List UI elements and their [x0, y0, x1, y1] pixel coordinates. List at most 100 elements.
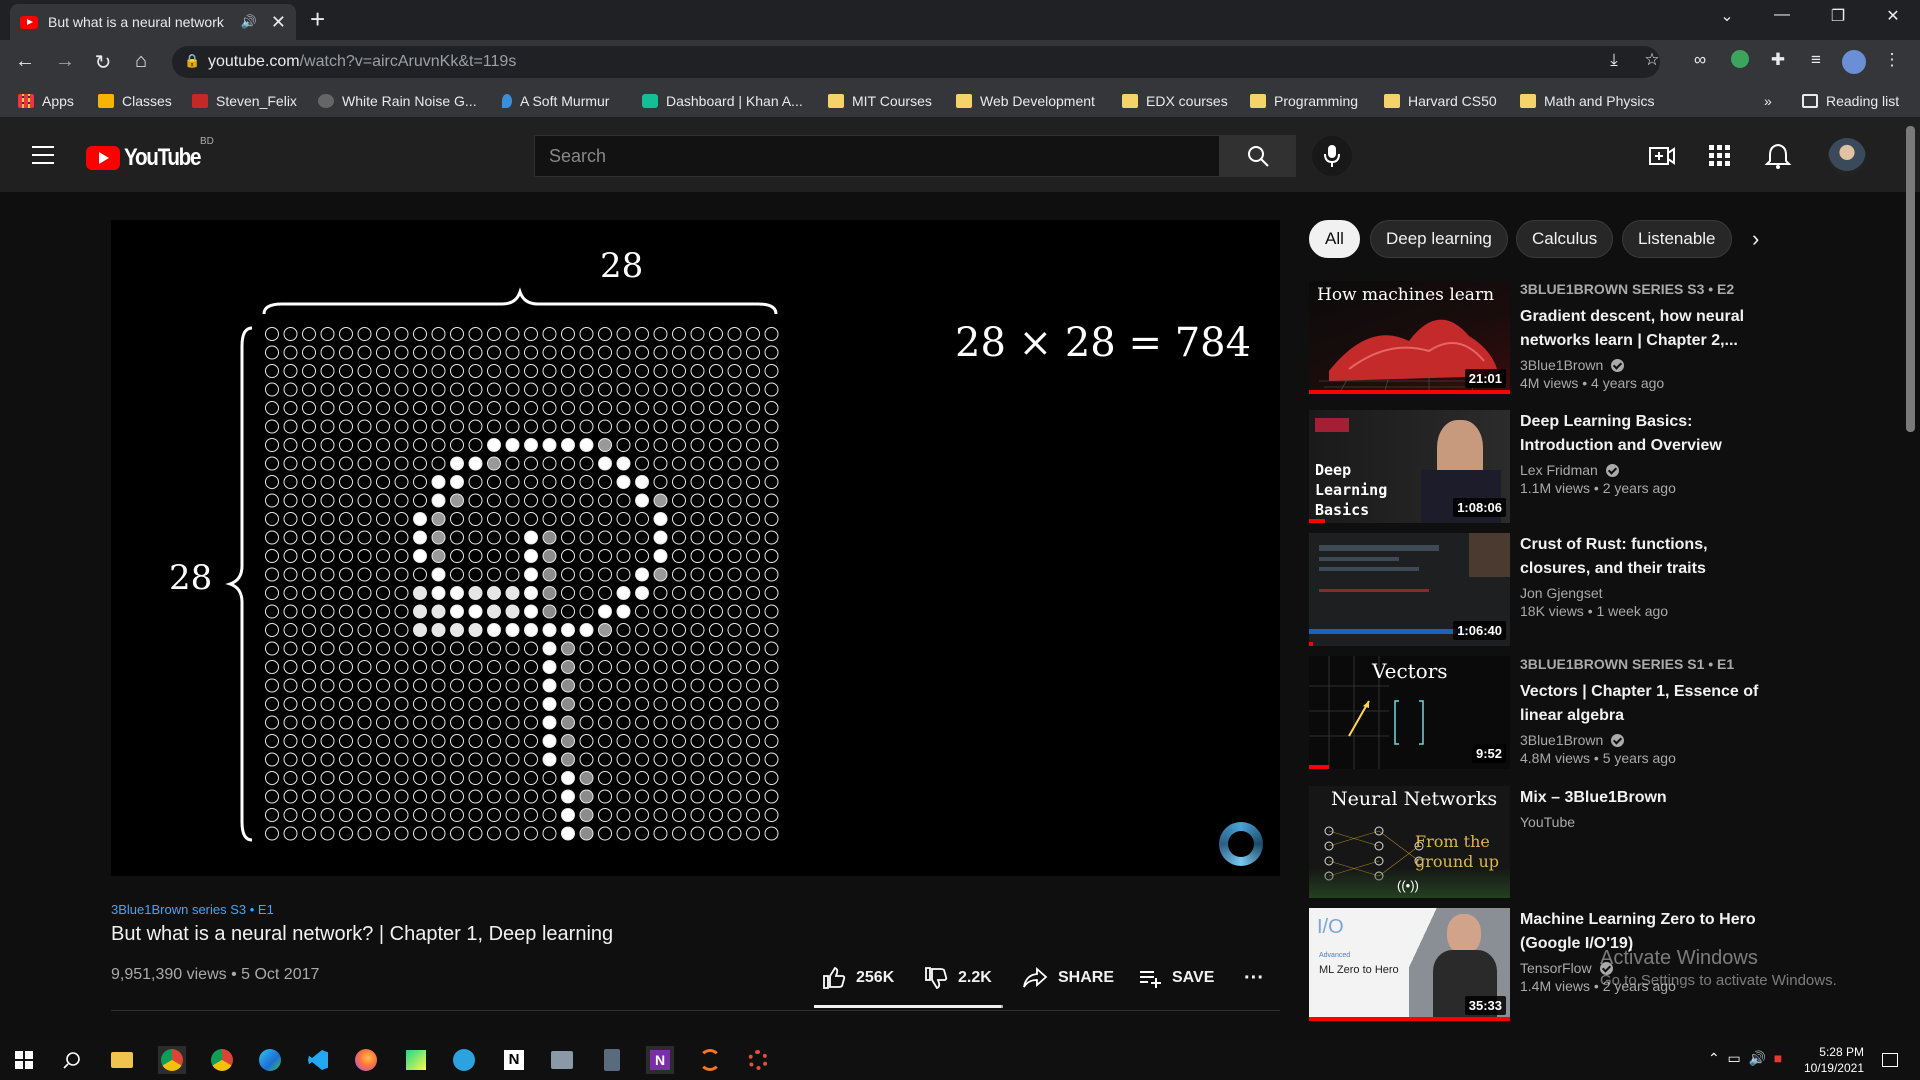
- video-thumbnail[interactable]: How machines learn 21:01: [1309, 281, 1510, 394]
- telegram-icon[interactable]: [450, 1046, 478, 1074]
- notification-center-icon[interactable]: [1876, 1046, 1904, 1074]
- video-thumbnail[interactable]: Deep Learning Basics 1:08:06: [1309, 410, 1510, 523]
- notifications-bell-icon[interactable]: [1764, 142, 1792, 170]
- address-bar[interactable]: 🔒 youtube.com/watch?v=aircAruvnKk&t=119s: [172, 46, 1660, 78]
- bookmark-web-development[interactable]: Web Development: [956, 92, 1095, 110]
- app-window-icon[interactable]: [548, 1046, 576, 1074]
- mix-title[interactable]: Mix – 3Blue1Brown: [1520, 786, 1765, 810]
- tab-search-icon[interactable]: ⌄: [1713, 6, 1741, 26]
- profile-icon[interactable]: [1842, 50, 1866, 79]
- reload-icon[interactable]: ↻: [90, 50, 116, 75]
- recommended-mix[interactable]: Neural Networks From the ground up ((•))…: [1309, 786, 1769, 898]
- settings-gear-icon[interactable]: [744, 1046, 772, 1074]
- more-bookmarks-button[interactable]: »: [1764, 92, 1772, 110]
- install-app-icon[interactable]: ⤓: [1602, 50, 1626, 70]
- file-explorer-icon[interactable]: [108, 1046, 136, 1074]
- home-icon[interactable]: ⌂: [128, 50, 154, 73]
- chip-listenable[interactable]: Listenable: [1622, 220, 1732, 258]
- extensions-puzzle-icon[interactable]: ✚: [1766, 50, 1790, 70]
- like-button[interactable]: 256K: [822, 964, 894, 992]
- extension-glasses-icon[interactable]: ∞: [1688, 50, 1712, 70]
- taskbar-clock[interactable]: 5:28 PM 10/19/2021: [1794, 1044, 1864, 1076]
- voice-search-button[interactable]: [1312, 136, 1352, 176]
- recommended-video[interactable]: Vectors 9:52 3BLUE1BROWN SERIES S1 • E1 …: [1309, 656, 1769, 769]
- mix-thumbnail[interactable]: Neural Networks From the ground up ((•)): [1309, 786, 1510, 898]
- browser-tab-active[interactable]: But what is a neural network 🔊 ✕: [10, 4, 296, 40]
- audio-playing-icon[interactable]: 🔊: [241, 14, 257, 30]
- bookmark-mit-courses[interactable]: MIT Courses: [828, 92, 932, 110]
- bookmark-khan-academy[interactable]: Dashboard | Khan A...: [642, 92, 803, 110]
- video-title[interactable]: Crust of Rust: functions, closures, and …: [1520, 533, 1765, 581]
- video-player[interactable]: 28 28 28 × 28 = 784: [111, 220, 1280, 876]
- recommended-video[interactable]: How machines learn 21:01 3BLUE1BROWN SER…: [1309, 281, 1769, 394]
- video-thumbnail[interactable]: Vectors 9:52: [1309, 656, 1510, 769]
- save-button[interactable]: SAVE: [1138, 964, 1214, 992]
- windows-start-icon[interactable]: [10, 1046, 38, 1074]
- browser-menu-icon[interactable]: ⋮: [1880, 50, 1904, 70]
- search-button[interactable]: [1220, 135, 1296, 177]
- forward-icon[interactable]: →: [52, 50, 78, 73]
- channel-name[interactable]: 3Blue1Brown: [1520, 357, 1765, 373]
- back-icon[interactable]: ←: [12, 50, 38, 73]
- bookmark-programming[interactable]: Programming: [1250, 92, 1358, 110]
- share-button[interactable]: SHARE: [1022, 964, 1114, 992]
- page-scrollbar[interactable]: [1906, 126, 1915, 432]
- video-title[interactable]: Vectors | Chapter 1, Essence of linear a…: [1520, 680, 1765, 728]
- series-link[interactable]: 3Blue1Brown series S3 • E1: [111, 902, 274, 917]
- bookmark-a-soft-murmur[interactable]: A Soft Murmur: [502, 92, 609, 110]
- hamburger-menu-icon[interactable]: [32, 146, 54, 164]
- lock-icon[interactable]: 🔒: [184, 53, 200, 69]
- extension-green-icon[interactable]: [1728, 50, 1752, 73]
- new-tab-button[interactable]: +: [310, 4, 325, 35]
- pixel-cell: [505, 327, 520, 341]
- notion-icon[interactable]: N: [500, 1046, 528, 1074]
- bookmark-apps[interactable]: Apps: [18, 92, 74, 110]
- channel-name[interactable]: Lex Fridman: [1520, 462, 1765, 478]
- video-title[interactable]: Deep Learning Basics: Introduction and O…: [1520, 410, 1765, 458]
- chips-next-arrow-icon[interactable]: ›: [1752, 226, 1759, 252]
- chip-all[interactable]: All: [1309, 220, 1360, 258]
- bookmark-math-and-physics[interactable]: Math and Physics: [1520, 92, 1655, 110]
- jupyter-icon[interactable]: [696, 1046, 724, 1074]
- chrome-profile-icon[interactable]: [208, 1046, 236, 1074]
- calculator-icon[interactable]: [598, 1046, 626, 1074]
- video-thumbnail[interactable]: I/O Advanced ML Zero to Hero 35:33: [1309, 908, 1510, 1021]
- video-title[interactable]: Gradient descent, how neural networks le…: [1520, 305, 1765, 353]
- apps-grid-icon[interactable]: [1706, 142, 1734, 170]
- chip-calculus[interactable]: Calculus: [1516, 220, 1614, 258]
- account-avatar[interactable]: [1828, 138, 1866, 176]
- dislike-button[interactable]: 2.2K: [924, 964, 992, 992]
- search-input[interactable]: [535, 136, 1219, 176]
- system-tray[interactable]: ⌃ ▭ 🔊 ■: [1708, 1050, 1782, 1067]
- reading-list-button[interactable]: Reading list: [1802, 92, 1899, 110]
- recommended-video[interactable]: 1:06:40 Crust of Rust: functions, closur…: [1309, 533, 1769, 646]
- recommended-video[interactable]: Deep Learning Basics 1:08:06 Deep Learni…: [1309, 410, 1769, 523]
- edge-icon[interactable]: [256, 1046, 284, 1074]
- bookmark-harvard-cs50[interactable]: Harvard CS50: [1384, 92, 1497, 110]
- url-text[interactable]: youtube.com/watch?v=aircAruvnKk&t=119s: [208, 53, 516, 71]
- create-video-icon[interactable]: [1648, 142, 1676, 170]
- onenote-icon[interactable]: N: [646, 1046, 674, 1074]
- close-window-icon[interactable]: ✕: [1879, 6, 1907, 26]
- media-control-icon[interactable]: ≡: [1804, 50, 1828, 70]
- pycharm-icon[interactable]: [402, 1046, 430, 1074]
- chrome-icon[interactable]: [158, 1046, 186, 1074]
- channel-name[interactable]: YouTube: [1520, 814, 1765, 830]
- restore-window-icon[interactable]: ❐: [1824, 6, 1852, 26]
- search-icon[interactable]: [58, 1046, 86, 1074]
- bookmark-classes[interactable]: Classes: [98, 92, 172, 110]
- more-actions-icon[interactable]: ···: [1244, 964, 1264, 992]
- close-tab-icon[interactable]: ✕: [271, 12, 286, 33]
- minimize-window-icon[interactable]: —: [1768, 6, 1796, 24]
- channel-name[interactable]: Jon Gjengset: [1520, 585, 1765, 601]
- firefox-icon[interactable]: [352, 1046, 380, 1074]
- bookmark-star-icon[interactable]: ☆: [1640, 50, 1664, 70]
- channel-name[interactable]: 3Blue1Brown: [1520, 732, 1765, 748]
- chip-deep-learning[interactable]: Deep learning: [1370, 220, 1508, 258]
- video-thumbnail[interactable]: 1:06:40: [1309, 533, 1510, 646]
- vscode-icon[interactable]: [304, 1046, 332, 1074]
- bookmark-white-rain-noise[interactable]: White Rain Noise G...: [318, 92, 477, 110]
- bookmark-edx-courses[interactable]: EDX courses: [1122, 92, 1228, 110]
- youtube-logo[interactable]: YouTube BD: [86, 136, 214, 172]
- bookmark-steven-felix[interactable]: Steven_Felix: [192, 92, 297, 110]
